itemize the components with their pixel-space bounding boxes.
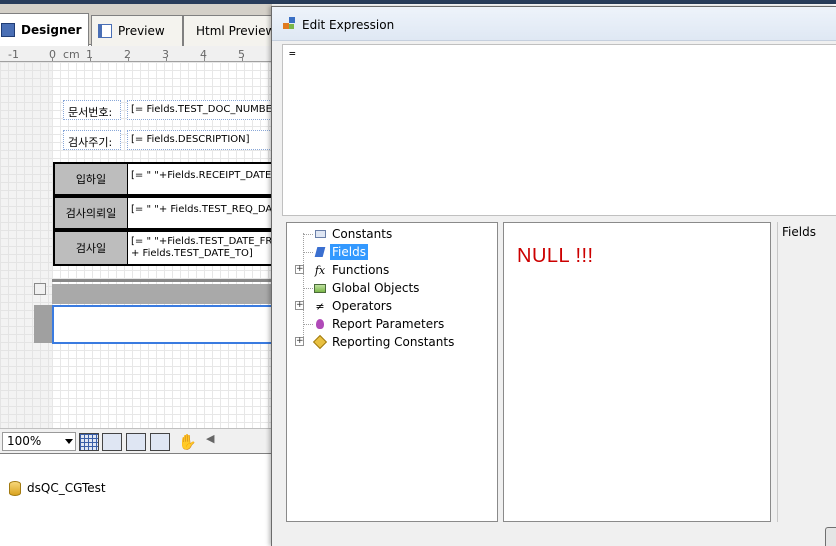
designer-left-gutter — [0, 62, 52, 428]
cycle-field[interactable]: [= Fields.DESCRIPTION] — [127, 130, 272, 150]
operators-icon: ≠ — [315, 299, 325, 313]
designer-toolbar: 100% ✋ ◀ — [0, 428, 272, 454]
edit-expression-icon — [283, 17, 296, 30]
expand-icon[interactable]: + — [295, 265, 304, 274]
null-message: NULL !!! — [517, 245, 594, 267]
expand-icon[interactable]: + — [295, 301, 304, 310]
tree-item-label: Report Parameters — [332, 317, 445, 331]
expression-items-list[interactable]: NULL !!! — [503, 222, 771, 522]
hand-tool-icon[interactable]: ✋ — [178, 433, 197, 451]
doc-number-label[interactable]: 문서번호: — [63, 100, 121, 120]
parameter-icon — [313, 317, 327, 331]
function-icon: fx — [314, 263, 326, 277]
grid-toggle-icon[interactable] — [79, 433, 99, 451]
test-req-date-header[interactable]: 검사의뢰일 — [53, 196, 129, 230]
tree-item-fields[interactable]: Fields — [313, 243, 368, 261]
test-date-header[interactable]: 검사일 — [53, 230, 129, 266]
tree-item-label: Operators — [332, 299, 392, 313]
test-req-date-field[interactable]: [= " "+ Fields.TEST_REQ_DATE — [128, 196, 272, 230]
tree-item-constants[interactable]: Constants — [313, 225, 394, 243]
tree-item-functions[interactable]: + fx Functions — [295, 261, 391, 279]
ruler-label: cm — [63, 48, 80, 61]
snap-to-grid-icon[interactable] — [102, 433, 122, 451]
tab-designer[interactable]: Designer — [0, 13, 89, 46]
zoom-select[interactable]: 100% — [2, 432, 76, 451]
tab-html-preview-label: Html Preview — [196, 24, 275, 38]
tree-item-label: Fields — [330, 244, 368, 260]
tab-designer-label: Designer — [21, 23, 82, 37]
expression-category-tree[interactable]: Constants Fields + fx Functions Global O… — [286, 222, 498, 522]
expand-icon[interactable]: + — [295, 337, 304, 346]
scroll-left-icon[interactable]: ◀ — [206, 432, 214, 445]
test-date-expression-line2: + Fields.TEST_DATE_TO] — [131, 248, 253, 259]
tree-item-label: Constants — [332, 227, 393, 241]
tree-item-reporting-constants[interactable]: + Reporting Constants — [295, 333, 456, 351]
chevron-down-icon — [65, 439, 73, 444]
tree-item-label: Reporting Constants — [332, 335, 455, 349]
test-date-expression-line1: [= " "+Fields.TEST_DATE_FR — [131, 236, 272, 247]
designer-tabbar: Designer Preview Html Preview — [0, 4, 275, 46]
zoom-value: 100% — [7, 434, 42, 448]
reporting-constants-icon — [312, 334, 328, 350]
band-handle-icon[interactable] — [34, 283, 46, 295]
test-date-field[interactable]: [= " "+Fields.TEST_DATE_FR + Fields.TEST… — [128, 230, 272, 266]
tree-item-label: Functions — [332, 263, 390, 277]
tree-item-global-objects[interactable]: Global Objects — [313, 279, 421, 297]
ok-button[interactable] — [825, 527, 836, 546]
horizontal-ruler: -1 0 cm 1 2 3 4 5 — [0, 46, 272, 62]
designer-icon — [1, 23, 15, 37]
receipt-date-expression: [= " "+Fields.RECEIPT_DATE] — [131, 170, 272, 181]
cycle-label[interactable]: 검사주기: — [63, 130, 121, 150]
data-explorer-panel — [0, 455, 272, 546]
band-header[interactable] — [52, 284, 272, 304]
fields-icon — [313, 245, 327, 259]
tree-item-report-parameters[interactable]: Report Parameters — [313, 315, 446, 333]
datasource-item[interactable]: dsQC_CGTest — [27, 481, 106, 495]
doc-number-field[interactable]: [= Fields.TEST_DOC_NUMBER — [127, 100, 272, 120]
report-explorer-icon[interactable] — [126, 433, 146, 451]
selected-band[interactable] — [52, 305, 274, 344]
edit-expression-dialog: Edit Expression = Constants Fields + fx … — [271, 6, 836, 546]
band-side-marker — [34, 305, 52, 343]
tab-html-preview[interactable]: Html Preview — [183, 15, 275, 46]
ruler-toggle-icon[interactable] — [150, 433, 170, 451]
test-req-date-expression: [= " "+ Fields.TEST_REQ_DATE — [131, 204, 272, 215]
global-objects-icon — [313, 281, 327, 295]
receipt-date-field[interactable]: [= " "+Fields.RECEIPT_DATE] — [128, 162, 272, 196]
dialog-titlebar[interactable]: Edit Expression — [272, 7, 836, 41]
dialog-title: Edit Expression — [302, 18, 395, 32]
band-divider — [52, 279, 272, 282]
tab-preview[interactable]: Preview — [91, 15, 183, 46]
description-panel: Fields — [777, 222, 836, 522]
expression-editor[interactable]: = — [282, 44, 836, 216]
ruler-label: -1 — [8, 48, 19, 61]
database-icon — [9, 481, 21, 496]
preview-icon — [98, 24, 112, 38]
constants-icon — [313, 227, 327, 241]
tab-preview-label: Preview — [118, 24, 165, 38]
receipt-date-header[interactable]: 입하일 — [53, 162, 129, 196]
tree-item-operators[interactable]: + ≠ Operators — [295, 297, 394, 315]
description-label: Fields — [782, 225, 816, 239]
tree-item-label: Global Objects — [332, 281, 420, 295]
